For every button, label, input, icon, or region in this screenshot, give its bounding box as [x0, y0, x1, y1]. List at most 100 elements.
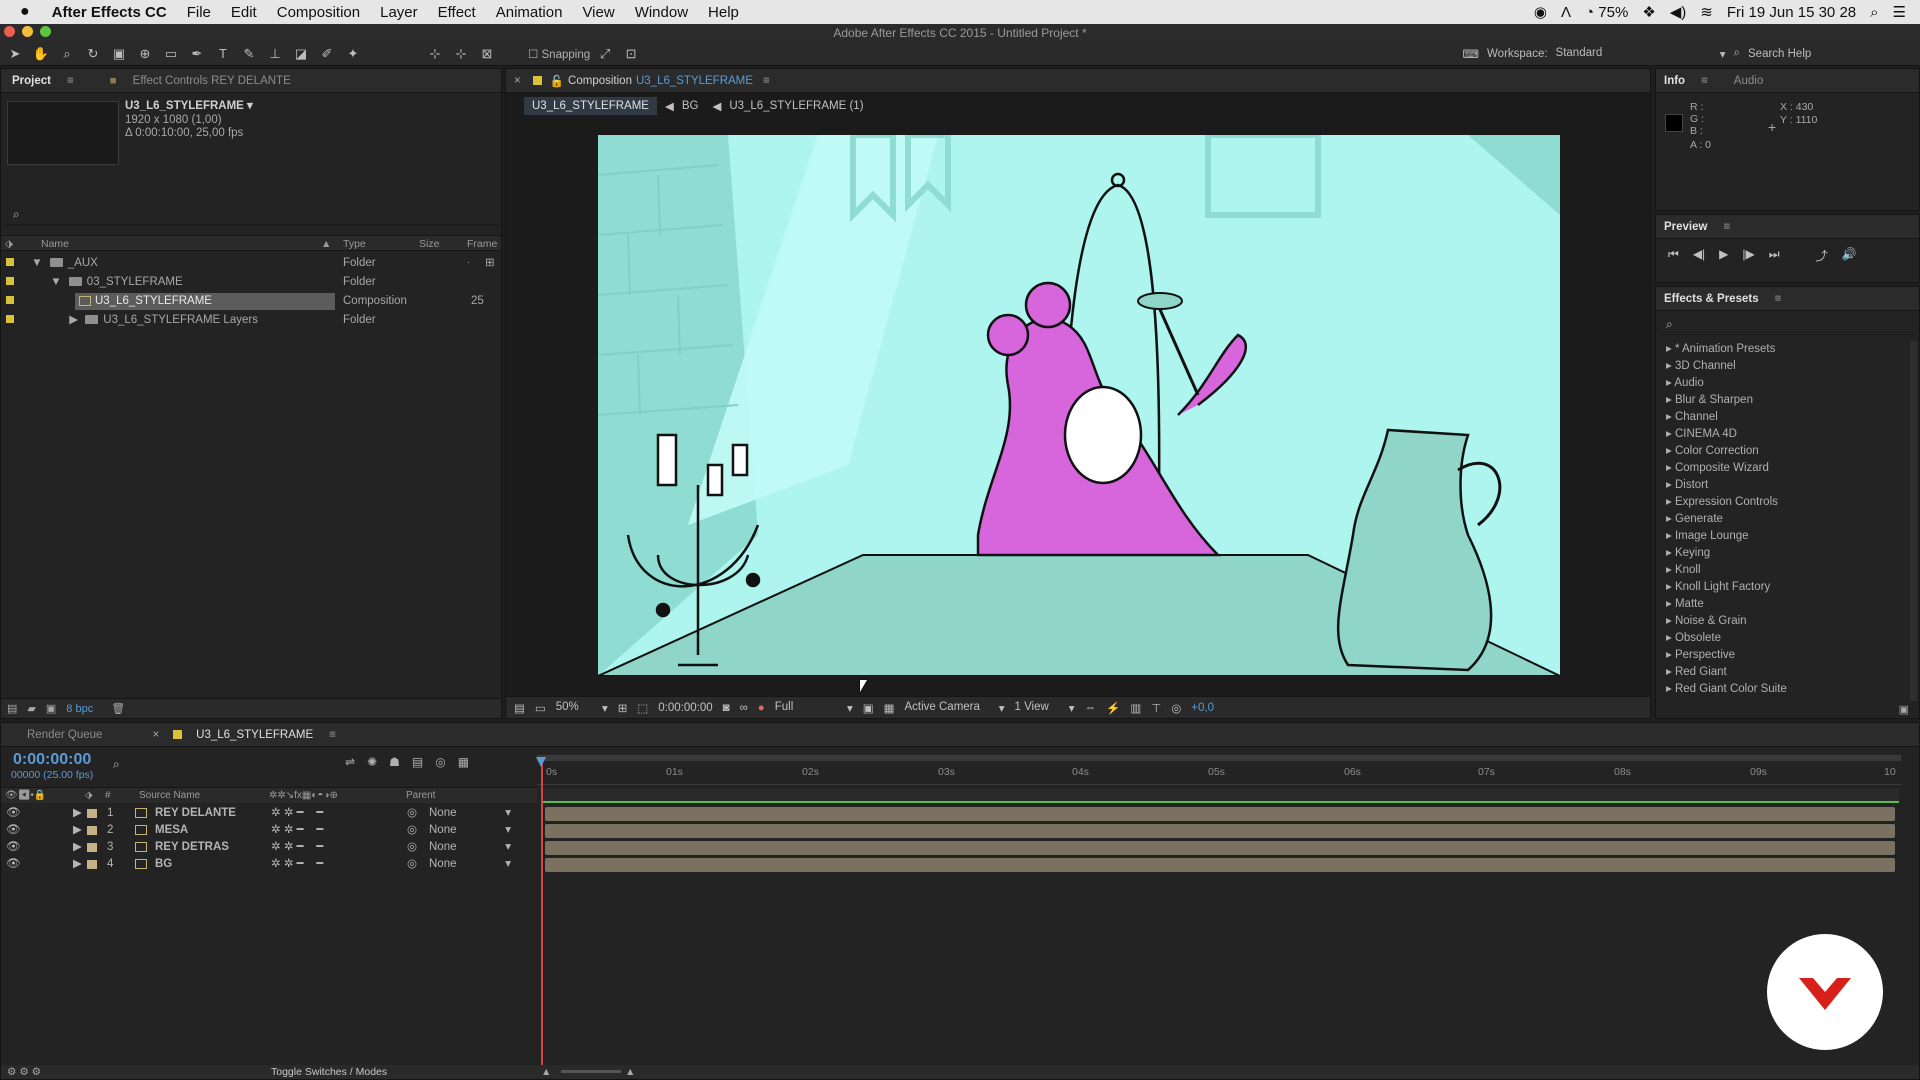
snapshot-icon[interactable]: ◙: [723, 702, 730, 714]
menu-effect[interactable]: Effect: [428, 4, 486, 21]
pickwhip-icon[interactable]: ◎: [407, 822, 417, 839]
clock[interactable]: Fri 19 Jun 15 30 28: [1727, 4, 1856, 21]
workspace-select[interactable]: Standard ▾: [1556, 47, 1726, 61]
effect-category[interactable]: ▸ 3D Channel: [1656, 358, 1904, 375]
timeline-layer[interactable]: 👁 ▶ 4 BG ✲ ✲ ━ ━ ◎ None ▾: [1, 856, 537, 873]
expand-right-icon[interactable]: ▶: [73, 839, 82, 856]
parent-select[interactable]: None ▾: [429, 839, 511, 856]
label-color-icon[interactable]: [6, 315, 14, 323]
frame-blending-icon[interactable]: ▤: [412, 755, 423, 769]
tab-timeline-comp[interactable]: U3_L6_STYLEFRAME: [188, 729, 321, 741]
eraser-tool-icon[interactable]: ◪: [290, 44, 312, 64]
pickwhip-icon[interactable]: ◎: [407, 839, 417, 856]
always-preview-icon[interactable]: ▤: [514, 701, 525, 715]
spotlight-icon[interactable]: ⌕: [1870, 4, 1878, 21]
bpc-button[interactable]: 8 bpc: [66, 703, 93, 715]
selected-item-name[interactable]: U3_L6_STYLEFRAME ▾: [125, 99, 253, 113]
tab-composition[interactable]: U3_L6_STYLEFRAME: [636, 75, 753, 87]
breadcrumb-item[interactable]: U3_L6_STYLEFRAME: [524, 97, 657, 115]
label-color-icon[interactable]: [87, 809, 97, 818]
snapping-options-icon[interactable]: ⤢: [594, 44, 616, 64]
type-tool-icon[interactable]: T: [212, 44, 234, 64]
effect-category[interactable]: ▸ Knoll Light Factory: [1656, 579, 1904, 596]
snapping-checkbox[interactable]: ☐ Snapping: [528, 47, 590, 61]
layer-duration-bar[interactable]: [545, 841, 1895, 855]
search-help-input[interactable]: Search Help: [1748, 48, 1908, 60]
project-item[interactable]: U3_L6_STYLEFRAME Composition 25: [1, 292, 501, 311]
tab-project[interactable]: Project: [1, 75, 59, 87]
breadcrumb-item[interactable]: U3_L6_STYLEFRAME (1): [729, 100, 863, 112]
layer-switches[interactable]: ✲ ✲ ━ ━: [271, 856, 323, 873]
visibility-icon[interactable]: 👁: [6, 856, 21, 873]
project-search-input[interactable]: ⌕: [5, 207, 499, 225]
expand-down-icon[interactable]: ▼: [50, 276, 61, 288]
menu-app-name[interactable]: After Effects CC: [42, 4, 177, 21]
rectangle-tool-icon[interactable]: ▭: [160, 44, 182, 64]
menu-layer[interactable]: Layer: [370, 4, 428, 21]
new-folder-icon[interactable]: ▰: [27, 702, 35, 715]
monitor-icon[interactable]: ▭: [535, 701, 546, 715]
breadcrumb-item[interactable]: BG: [682, 100, 699, 112]
axis-local-icon[interactable]: ⊹: [424, 44, 446, 64]
expand-right-icon[interactable]: ▶: [69, 314, 78, 326]
pickwhip-icon[interactable]: ◎: [407, 805, 417, 822]
resolution-select[interactable]: Full ▾: [775, 701, 853, 715]
effects-title[interactable]: Effects & Presets: [1656, 293, 1767, 305]
work-area-bar[interactable]: [537, 755, 1901, 761]
axis-world-icon[interactable]: ⊹: [450, 44, 472, 64]
tab-render-queue[interactable]: Render Queue: [1, 729, 110, 741]
label-color-icon[interactable]: [87, 843, 97, 852]
parent-select[interactable]: None ▾: [429, 856, 511, 873]
timeline-layer[interactable]: 👁 ▶ 1 REY DELANTE ✲ ✲ ━ ━ ◎ None ▾: [1, 805, 537, 822]
label-color-icon[interactable]: [6, 296, 14, 304]
sort-icon[interactable]: ▲: [321, 236, 331, 252]
layer-duration-bar[interactable]: [545, 824, 1895, 838]
first-frame-icon[interactable]: ⏮: [1668, 247, 1679, 264]
play-icon[interactable]: ▶: [1719, 247, 1728, 264]
effect-category[interactable]: ▸ Keying: [1656, 545, 1904, 562]
timeline-timecode[interactable]: 0:00:00:00: [13, 751, 91, 769]
previous-frame-icon[interactable]: ◀|: [1693, 247, 1705, 264]
effects-search-input[interactable]: ⌕: [1660, 317, 1915, 335]
flowchart-icon[interactable]: ⊤: [1151, 701, 1161, 715]
label-color-icon[interactable]: [87, 860, 97, 869]
show-snapshot-icon[interactable]: ∞: [740, 702, 748, 714]
tab-effect-controls[interactable]: Effect Controls REY DELANTE: [125, 75, 299, 87]
menu-window[interactable]: Window: [625, 4, 698, 21]
region-icon[interactable]: ⬚: [637, 701, 648, 715]
expand-right-icon[interactable]: ▶: [73, 822, 82, 839]
adobe-icon[interactable]: Λ: [1561, 4, 1571, 21]
pickwhip-icon[interactable]: ◎: [407, 856, 417, 873]
dropbox-icon[interactable]: ❖: [1642, 3, 1655, 21]
camera-tool-icon[interactable]: ▣: [108, 44, 130, 64]
zoom-in-icon[interactable]: ▲: [625, 1065, 635, 1079]
expand-right-icon[interactable]: ▶: [73, 805, 82, 822]
status-icon[interactable]: ◉: [1534, 3, 1547, 21]
col-name[interactable]: Name: [41, 236, 69, 252]
menu-view[interactable]: View: [572, 4, 624, 21]
effect-category[interactable]: ▸ Expression Controls: [1656, 494, 1904, 511]
zoom-window-icon[interactable]: [40, 26, 51, 37]
layer-switches[interactable]: ✲ ✲ ━ ━: [271, 839, 323, 856]
shy-layers-icon[interactable]: ☗: [389, 755, 400, 769]
wifi-icon[interactable]: ≋: [1700, 3, 1713, 21]
layer-switches-pane-icon[interactable]: ⚙ ⚙ ⚙: [7, 1065, 41, 1079]
timeline-layer[interactable]: 👁 ▶ 2 MESA ✲ ✲ ━ ━ ◎ None ▾: [1, 822, 537, 839]
audio-icon[interactable]: 🔊: [1842, 247, 1857, 264]
notification-icon[interactable]: ☰: [1893, 3, 1906, 21]
project-item[interactable]: ▼ _AUX Folder ⊞: [1, 254, 501, 273]
brush-tool-icon[interactable]: ✎: [238, 44, 260, 64]
panel-menu-icon[interactable]: ≡: [753, 75, 778, 87]
clone-stamp-tool-icon[interactable]: ⊥: [264, 44, 286, 64]
current-time[interactable]: 0:00:00:00: [658, 702, 712, 714]
pan-behind-tool-icon[interactable]: ⊕: [134, 44, 156, 64]
fast-preview-icon[interactable]: ⚡: [1106, 701, 1120, 715]
parent-select[interactable]: None ▾: [429, 822, 511, 839]
effect-category[interactable]: ▸ Composite Wizard: [1656, 460, 1904, 477]
roto-brush-tool-icon[interactable]: ✐: [316, 44, 338, 64]
effect-category[interactable]: ▸ Distort: [1656, 477, 1904, 494]
menu-animation[interactable]: Animation: [486, 4, 573, 21]
interpret-footage-icon[interactable]: ▤: [7, 702, 17, 715]
tab-audio[interactable]: Audio: [1726, 75, 1771, 87]
effect-category[interactable]: ▸ CINEMA 4D: [1656, 426, 1904, 443]
